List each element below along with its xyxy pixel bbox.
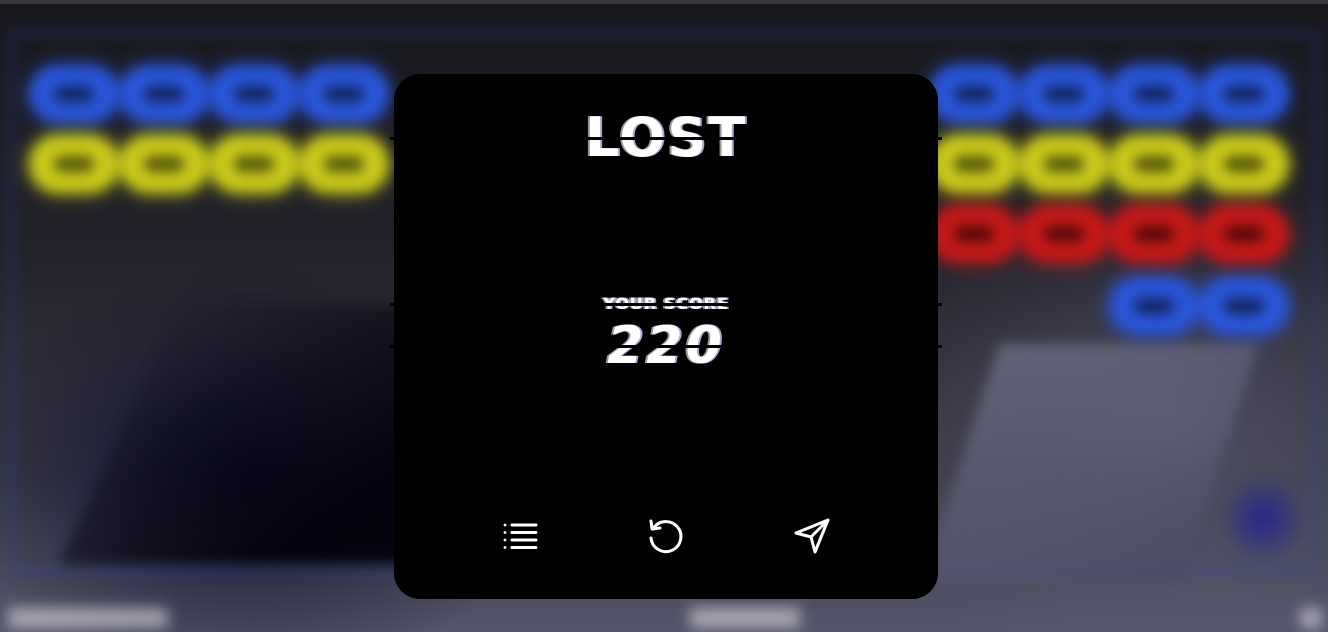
game-stage: LOST YOUR SCORE 220	[0, 0, 1328, 632]
score-value: 220	[390, 317, 942, 375]
brick	[1110, 66, 1198, 122]
share-button[interactable]	[784, 512, 840, 562]
score-label: YOUR SCORE	[390, 294, 942, 313]
hud-left-blurred	[8, 608, 168, 628]
brick	[1110, 136, 1198, 192]
send-icon	[792, 516, 832, 559]
brick	[930, 136, 1018, 192]
list-icon	[500, 516, 540, 559]
brick	[1200, 66, 1288, 122]
brick	[1020, 136, 1108, 192]
brick	[1110, 206, 1198, 262]
brick	[1020, 66, 1108, 122]
corner-glow	[1218, 474, 1308, 564]
brick	[30, 136, 118, 192]
result-title: LOST	[390, 108, 942, 168]
restart-icon	[645, 516, 685, 559]
hud-right-blurred	[1300, 608, 1322, 628]
brick	[210, 66, 298, 122]
restart-button[interactable]	[637, 512, 693, 562]
brick	[1110, 278, 1198, 334]
brick	[930, 66, 1018, 122]
brick	[1200, 136, 1288, 192]
brick	[300, 136, 388, 192]
brick	[120, 136, 208, 192]
brick	[1020, 206, 1108, 262]
brick	[1200, 278, 1288, 334]
brick	[120, 66, 208, 122]
brick	[30, 66, 118, 122]
brick	[300, 66, 388, 122]
game-over-dialog: LOST YOUR SCORE 220	[390, 74, 942, 599]
brick	[210, 136, 298, 192]
menu-button[interactable]	[492, 512, 548, 562]
brick	[1200, 206, 1288, 262]
floor-light	[921, 344, 1259, 584]
brick	[930, 206, 1018, 262]
hud-center-blurred	[690, 608, 800, 628]
